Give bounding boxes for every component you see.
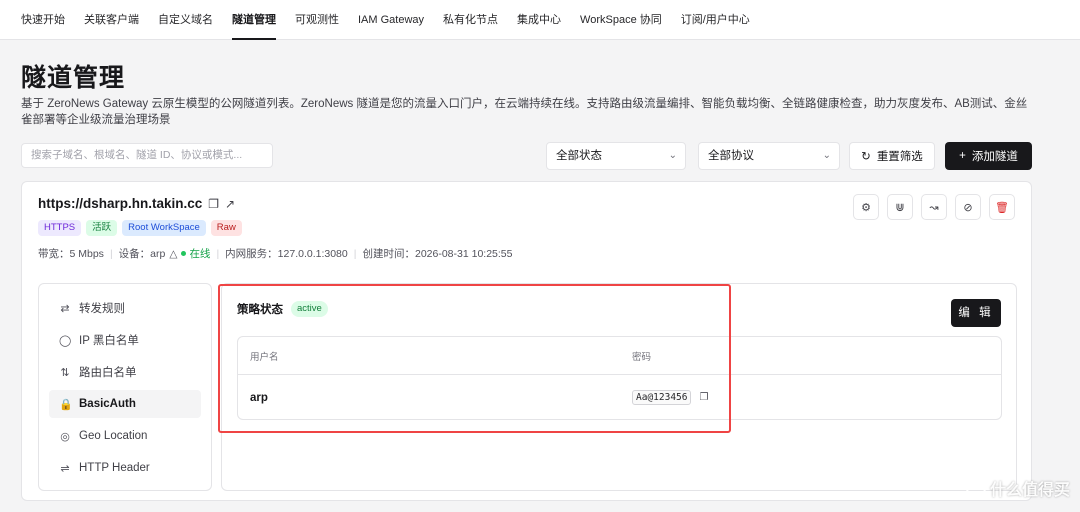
policy-status-badge: active [291, 301, 328, 317]
menu-item-geo-location[interactable]: ◎ Geo Location [49, 422, 201, 450]
reset-filter-button[interactable]: ↻ 重置筛选 [849, 142, 935, 170]
share-button[interactable]: ⋓ [887, 194, 913, 220]
lock-icon: 🔒 [59, 398, 73, 411]
workspace-badge: Root WorkSpace [122, 220, 206, 236]
menu-item-label: Geo Location [79, 430, 148, 442]
tab-workspace[interactable]: WorkSpace 协同 [580, 0, 662, 40]
watermark-logo-icon [965, 478, 986, 498]
watermark-text: 什么值得买 [989, 482, 1070, 499]
menu-item-forward-rules[interactable]: ⇄ 转发规则 [49, 294, 201, 322]
watermark: 什么值得买 [965, 476, 1070, 500]
column-password: 密码 [632, 351, 652, 363]
table-header: 用户名 密码 [238, 337, 1001, 375]
divider: | [216, 247, 220, 260]
intranet-service-text: 内网服务：127.0.0.1:3080 [225, 248, 348, 260]
copy-icon[interactable]: ❐ [699, 392, 708, 403]
add-tunnel-label: 添加隧道 [971, 151, 1018, 163]
protocol-select[interactable]: 全部协议 ⌄ [698, 142, 840, 170]
bandwidth-text: 带宽：5 Mbps [38, 248, 104, 260]
menu-item-route-whitelist[interactable]: ⇅ 路由白名单 [49, 358, 201, 386]
tunnel-url-row: https://dsharp.hn.takin.cc ❐ ↗ [38, 196, 235, 211]
credentials-table: 用户名 密码 arp Aa@123456 ❐ [237, 336, 1002, 420]
tab-subscription[interactable]: 订阅/用户中心 [681, 0, 750, 40]
arrows-icon: ⇌ [60, 462, 70, 475]
menu-item-http-header[interactable]: ⇌ HTTP Header [49, 454, 201, 482]
menu-item-label: 路由白名单 [79, 367, 137, 379]
column-username: 用户名 [250, 351, 279, 363]
menu-item-basicauth[interactable]: 🔒 BasicAuth [49, 390, 201, 418]
status-select[interactable]: 全部状态 ⌄ [546, 142, 686, 170]
created-time-text: 创建时间：2026-08-31 10:25:55 [362, 248, 513, 260]
protocol-select-value: 全部协议 [708, 150, 754, 162]
tab-custom-domain[interactable]: 自定义域名 [158, 0, 213, 40]
route-icon: ⇅ [60, 366, 70, 379]
tunnel-badges: HTTPS 活跃 Root WorkSpace Raw [38, 220, 242, 236]
menu-item-ip-list[interactable]: ◯ IP 黑白名单 [49, 326, 201, 354]
tab-observability[interactable]: 可观测性 [295, 0, 339, 40]
online-status: 在线 [189, 248, 211, 260]
status-badge: 活跃 [86, 220, 118, 236]
tunnel-card: https://dsharp.hn.takin.cc ❐ ↗ HTTPS 活跃 … [21, 181, 1032, 501]
username-cell: arp [250, 391, 268, 404]
tab-integrations[interactable]: 集成中心 [517, 0, 561, 40]
chevron-down-icon: ⌄ [668, 150, 677, 161]
menu-item-label: HTTP Header [79, 462, 150, 474]
tunnel-actions: ⚙ ⋓ ↝ ⊘ 🗑 [853, 194, 1015, 220]
share-icon: ⋓ [895, 201, 905, 214]
chevron-down-icon: ⌄ [822, 150, 831, 161]
tab-quickstart[interactable]: 快速开始 [21, 0, 65, 40]
menu-item-label: 转发规则 [79, 303, 125, 315]
policy-menu: ⇄ 转发规则 ◯ IP 黑白名单 ⇅ 路由白名单 🔒 BasicAuth ◎ G… [38, 283, 212, 491]
location-icon: ◎ [60, 430, 70, 443]
policy-status-label: 策略状态 [237, 304, 283, 316]
policy-status-row: 策略状态 active [237, 301, 328, 317]
external-link-icon[interactable]: ↗ [225, 197, 235, 211]
refresh-icon: ↻ [861, 151, 871, 163]
online-dot [181, 251, 187, 256]
mode-badge: Raw [210, 220, 242, 236]
reset-filter-label: 重置筛选 [876, 151, 923, 163]
tab-clients[interactable]: 关联客户端 [84, 0, 139, 40]
linux-icon: △ [169, 247, 178, 260]
delete-button[interactable]: 🗑 [989, 194, 1015, 220]
tunnel-meta: 带宽：5 Mbps | 设备：arp △ 在线 | 内网服务：127.0.0.1… [38, 246, 512, 261]
tab-iam-gateway[interactable]: IAM Gateway [358, 0, 424, 40]
ban-icon: ⊘ [963, 201, 973, 214]
copy-icon[interactable]: ❐ [208, 197, 219, 211]
shuffle-icon: ⇄ [60, 302, 70, 315]
divider: | [109, 247, 113, 260]
status-select-value: 全部状态 [556, 150, 602, 162]
tunnel-url[interactable]: https://dsharp.hn.takin.cc [38, 196, 202, 211]
edit-button[interactable]: 编 辑 [951, 299, 1001, 327]
search-input[interactable]: 搜索子域名、根域名、隧道 ID、协议或模式... [21, 143, 273, 168]
password-value: Aa@123456 [632, 390, 692, 405]
tab-tunnel-management[interactable]: 隧道管理 [232, 0, 276, 40]
table-row: arp Aa@123456 ❐ [238, 375, 1001, 419]
menu-item-label: IP 黑白名单 [79, 335, 139, 347]
protocol-badge: HTTPS [38, 220, 82, 236]
chart-button[interactable]: ↝ [921, 194, 947, 220]
chart-icon: ↝ [929, 201, 939, 214]
top-nav: 快速开始 关联客户端 自定义域名 隧道管理 可观测性 IAM Gateway 私… [0, 0, 1080, 40]
page-description: 基于 ZeroNews Gateway 云原生模型的公网隧道列表。ZeroNew… [21, 98, 1028, 126]
plus-icon: + [959, 150, 966, 162]
menu-item-label: BasicAuth [79, 398, 136, 410]
gear-icon: ⚙ [861, 201, 871, 214]
add-tunnel-button[interactable]: + 添加隧道 [945, 142, 1032, 170]
password-cell: Aa@123456 ❐ [620, 390, 1001, 405]
shield-icon: ◯ [59, 334, 72, 347]
tab-private-nodes[interactable]: 私有化节点 [443, 0, 498, 40]
page-title: 隧道管理 [21, 64, 126, 92]
trash-icon: 🗑 [995, 201, 1009, 214]
device-text: 设备：arp [118, 248, 166, 260]
basicauth-panel: 策略状态 active 编 辑 用户名 密码 arp Aa@123456 ❐ [221, 283, 1017, 491]
disable-button[interactable]: ⊘ [955, 194, 981, 220]
settings-button[interactable]: ⚙ [853, 194, 879, 220]
divider: | [353, 247, 357, 260]
